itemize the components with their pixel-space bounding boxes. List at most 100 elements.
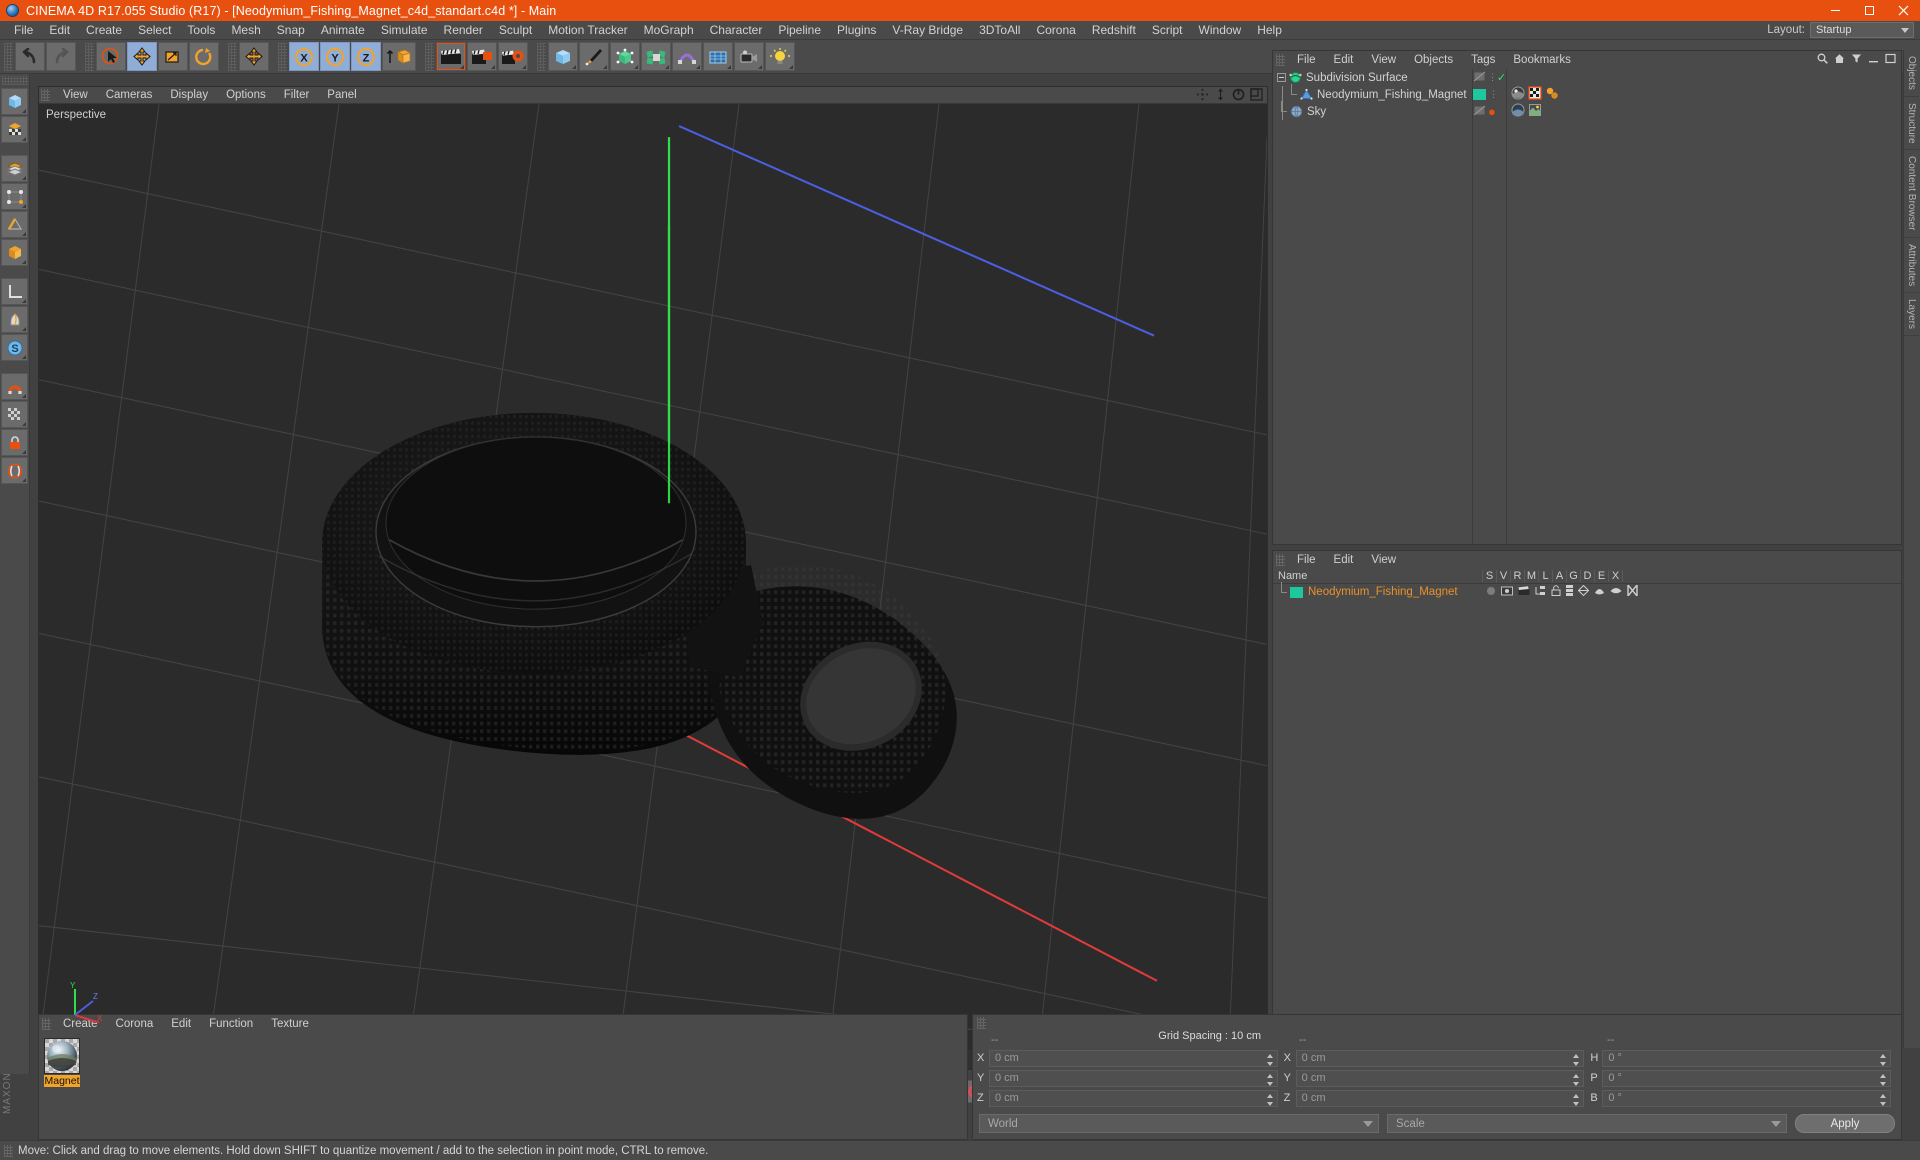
point-mode-button[interactable] (1, 183, 28, 210)
coordinate-input-p[interactable]: 0 ° (1602, 1069, 1892, 1087)
viewport-menu-filter[interactable]: Filter (275, 87, 319, 104)
coordinate-input-y[interactable]: 0 cm (989, 1069, 1278, 1087)
live-selection-button[interactable] (96, 42, 126, 71)
coordinate-manager-grip[interactable] (977, 1017, 986, 1029)
lock-icon[interactable] (1, 429, 28, 456)
visibility-cell-row-1[interactable]: ⋮ ✓ (1473, 69, 1506, 86)
toolbar-grip-5[interactable] (425, 42, 434, 71)
phong-tag-icon[interactable] (1545, 86, 1559, 103)
viewport-menu-panel[interactable]: Panel (318, 87, 365, 104)
render-settings-button[interactable] (498, 42, 528, 71)
magnet-icon[interactable] (1, 373, 28, 400)
material-manager-menu-texture[interactable]: Texture (262, 1015, 318, 1033)
render-flag-icon[interactable] (1518, 585, 1530, 599)
edge-tab-attributes[interactable]: Attributes (1904, 238, 1919, 294)
layout-select[interactable]: Startup (1810, 22, 1914, 38)
layer-manager-menu-edit[interactable]: Edit (1325, 551, 1363, 569)
material-manager-menu-corona[interactable]: Corona (107, 1015, 163, 1033)
object-manager-menu-bookmarks[interactable]: Bookmarks (1504, 51, 1580, 69)
add-hypernurbs-button[interactable] (610, 42, 640, 71)
polygon-mode-button[interactable] (1, 155, 28, 182)
status-bar-grip[interactable] (4, 1144, 13, 1157)
add-deformer-button[interactable] (672, 42, 702, 71)
menu-item-sculpt[interactable]: Sculpt (491, 21, 540, 40)
add-cube-button[interactable] (548, 42, 578, 71)
move-tool-button[interactable] (127, 42, 157, 71)
spinner-icon[interactable] (1266, 1073, 1274, 1086)
manager-flag-icon[interactable] (1535, 585, 1546, 599)
menu-item-v-ray-bridge[interactable]: V-Ray Bridge (884, 21, 971, 40)
edge-tab-objects[interactable]: Objects (1904, 50, 1919, 97)
render-to-picture-viewer-button[interactable] (467, 42, 497, 71)
menu-item-script[interactable]: Script (1144, 21, 1191, 40)
coordinate-input-h[interactable]: 0 ° (1602, 1049, 1892, 1067)
material-item[interactable]: Magnet (44, 1038, 80, 1087)
deformer-flag-icon[interactable] (1594, 585, 1605, 599)
add-array-button[interactable] (641, 42, 671, 71)
compositing-tag-icon[interactable] (1528, 103, 1542, 120)
coordinate-input-x[interactable]: 0 cm (1295, 1049, 1585, 1067)
edge-mode-button[interactable] (1, 211, 28, 238)
object-manager-menu-objects[interactable]: Objects (1405, 51, 1462, 69)
object-row-neodymium-fishing-magnet[interactable]: Neodymium_Fishing_Magnet (1273, 84, 1472, 103)
lock-z-button[interactable]: Z (351, 42, 381, 71)
visibility-dot-icon-2[interactable] (1473, 105, 1486, 119)
layer-manager-grip[interactable] (1276, 554, 1285, 566)
panel-minimize-icon[interactable] (1868, 53, 1879, 67)
search-icon[interactable] (1817, 53, 1828, 67)
sky-material-tag-icon[interactable] (1511, 103, 1525, 120)
spinner-icon[interactable] (1573, 1093, 1580, 1106)
material-manager-grip[interactable] (42, 1018, 51, 1030)
menu-item-tools[interactable]: Tools (179, 21, 223, 40)
toolbar-grip[interactable] (4, 42, 13, 71)
render-view-button[interactable] (436, 42, 466, 71)
visibility-cell-row-3[interactable]: ● (1473, 103, 1506, 120)
viewport-canvas[interactable]: Perspective Grid Spacing : 10 cm Y X Z (39, 104, 1267, 1047)
coordinate-system-select[interactable]: World (979, 1114, 1379, 1133)
maximize-button[interactable] (1852, 0, 1886, 21)
maximize-view-icon[interactable] (1250, 88, 1263, 104)
add-spline-button[interactable] (579, 42, 609, 71)
visibility-dot-icon[interactable] (1473, 71, 1486, 85)
pan-icon[interactable] (1196, 88, 1209, 104)
model-mode-button[interactable] (1, 88, 28, 115)
left-palette-grip[interactable] (1, 76, 28, 85)
material-tag-icon[interactable] (1511, 86, 1525, 103)
spinner-icon[interactable] (1880, 1093, 1887, 1106)
enabled-check-icon[interactable]: ✓ (1497, 71, 1506, 84)
spinner-icon[interactable] (1573, 1073, 1580, 1086)
add-camera-button[interactable] (734, 42, 764, 71)
material-manager-menu-function[interactable]: Function (200, 1015, 262, 1033)
menu-item-redshift[interactable]: Redshift (1084, 21, 1144, 40)
menu-item-help[interactable]: Help (1249, 21, 1290, 40)
viewport-menu-cameras[interactable]: Cameras (97, 87, 162, 104)
menu-item-create[interactable]: Create (78, 21, 130, 40)
menu-item-corona[interactable]: Corona (1028, 21, 1083, 40)
spinner-icon[interactable] (1266, 1053, 1274, 1066)
apply-button[interactable]: Apply (1795, 1114, 1895, 1133)
layer-manager-menu-file[interactable]: File (1288, 551, 1325, 569)
edge-tab-structure[interactable]: Structure (1904, 97, 1919, 151)
toolbar-grip-4[interactable] (278, 42, 287, 71)
home-icon[interactable] (1834, 53, 1845, 67)
viewport-menu-display[interactable]: Display (161, 87, 217, 104)
animation-flag-icon[interactable] (1565, 585, 1573, 599)
menu-item-animate[interactable]: Animate (313, 21, 373, 40)
menu-item-mograph[interactable]: MoGraph (636, 21, 702, 40)
xref-flag-icon[interactable] (1626, 584, 1638, 599)
menu-item-motion-tracker[interactable]: Motion Tracker (540, 21, 635, 40)
snap-button[interactable]: S (1, 334, 28, 361)
menu-item-select[interactable]: Select (130, 21, 179, 40)
workplane-button[interactable] (1, 278, 28, 305)
visibility-toggle-dots-2[interactable]: ⋮ (1489, 90, 1498, 99)
redo-button[interactable] (46, 42, 76, 71)
rotate-icon[interactable] (1232, 88, 1245, 104)
undo-button[interactable] (15, 42, 45, 71)
filter-paren-icon[interactable] (1, 457, 28, 484)
expression-flag-icon[interactable] (1610, 586, 1622, 598)
menu-item-3dtoall[interactable]: 3DToAll (971, 21, 1028, 40)
lock-y-button[interactable]: Y (320, 42, 350, 71)
world-object-toggle-button[interactable] (382, 42, 416, 71)
menu-item-window[interactable]: Window (1191, 21, 1250, 40)
layer-flag-icons[interactable] (1486, 584, 1638, 599)
